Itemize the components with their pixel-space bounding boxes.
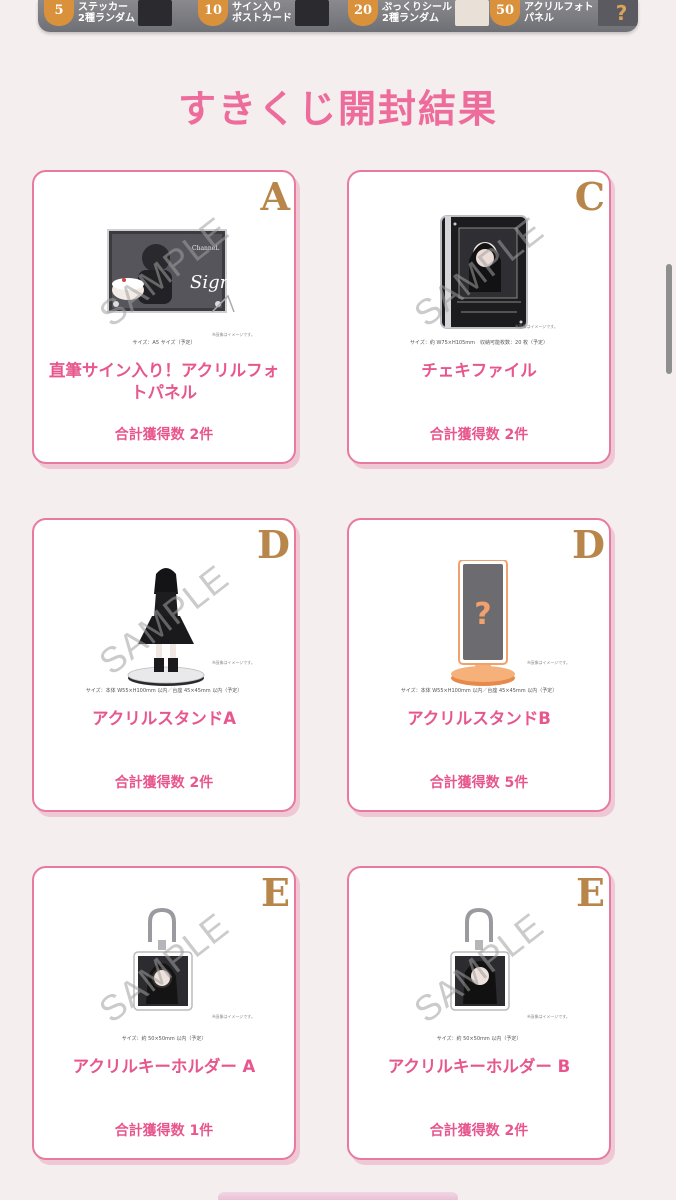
bonus-thumbnail bbox=[137, 0, 172, 26]
svg-text:?: ? bbox=[474, 597, 491, 632]
prize-count: 合計獲得数 2件 bbox=[429, 1123, 529, 1139]
image-note: ※画像はイメージです。 bbox=[212, 660, 255, 665]
prize-card-e-a[interactable]: E SAMPLE ※画像はイメージです。 サイズ：約 50×50mm 以内（予定… bbox=[32, 866, 296, 1160]
svg-text:ChanneL: ChanneL bbox=[192, 245, 219, 252]
prize-size: サイズ：約 50×50mm 以内（予定） bbox=[436, 1036, 522, 1042]
bonus-label: サイン入り bbox=[232, 2, 282, 13]
bonus-badge: 20 bbox=[348, 0, 378, 26]
prize-rank: E bbox=[261, 870, 290, 915]
bonus-thumbnail bbox=[295, 0, 329, 26]
next-section-edge bbox=[218, 1192, 458, 1200]
prize-count: 合計獲得数 1件 bbox=[114, 1123, 214, 1139]
mystery-icon: ? bbox=[597, 0, 638, 26]
image-note: ※画像はイメージです。 bbox=[515, 324, 558, 329]
bonus-label: ステッカー bbox=[78, 2, 128, 13]
scrollbar-thumb[interactable] bbox=[666, 264, 672, 374]
prize-size: サイズ：本体 W55×H100mm 以内／台座 45×45mm 以内（予定） bbox=[400, 688, 558, 694]
acrylic-stand-a-image bbox=[127, 568, 205, 686]
bonus-label: 2種ランダム bbox=[78, 13, 135, 24]
bonus-10: 10 サイン入り ポストカード bbox=[198, 0, 329, 26]
image-note: ※画像はイメージです。 bbox=[212, 332, 255, 337]
bonus-badge: 10 bbox=[198, 0, 228, 26]
image-note: ※画像はイメージです。 bbox=[527, 1014, 570, 1019]
bonus-label: パネル bbox=[524, 13, 554, 24]
prize-rank: A bbox=[260, 174, 290, 219]
acrylic-stand-b-image: ? bbox=[451, 560, 515, 686]
image-note: ※画像はイメージです。 bbox=[212, 1014, 255, 1019]
prize-size: サイズ：A5 サイズ（予定） bbox=[132, 340, 196, 346]
bonus-20: 20 ぷっくりシール 2種ランダム bbox=[348, 0, 489, 26]
prize-name: アクリルスタンドA bbox=[92, 709, 236, 728]
bonus-5: 5 ステッカー 2種ランダム bbox=[44, 0, 172, 26]
prize-rank: D bbox=[257, 522, 290, 567]
cheki-file-image bbox=[440, 215, 528, 329]
prize-card-c[interactable]: C SAMPLE ※画像はイメージです。 サイズ：約 W75×H105mm 収納… bbox=[347, 170, 611, 464]
prize-card-e-b[interactable]: E SAMPLE ※画像はイメージです。 サイズ：約 50×50mm 以内（予定… bbox=[347, 866, 611, 1160]
scrollbar[interactable] bbox=[662, 0, 676, 1200]
svg-text:Sign: Sign bbox=[190, 272, 231, 293]
image-note: ※画像はイメージです。 bbox=[527, 660, 570, 665]
prize-size: サイズ：約 W75×H105mm 収納可能枚数：20 枚（予定） bbox=[410, 340, 548, 346]
prize-name: アクリルスタンドB bbox=[407, 709, 551, 728]
bonus-badge: 50 bbox=[490, 0, 520, 26]
prize-name: 直筆サイン入り！アクリルフォトパネル bbox=[48, 361, 280, 402]
prize-count: 合計獲得数 2件 bbox=[429, 427, 529, 443]
bonus-label: 2種ランダム bbox=[382, 13, 439, 24]
prize-name: アクリルキーホルダー B bbox=[387, 1057, 571, 1076]
prize-name: アクリルキーホルダー A bbox=[72, 1057, 256, 1076]
prize-card-d-a[interactable]: D SAMPLE ※画像はイメージです。 サイズ：本体 W55×H100mm 以… bbox=[32, 518, 296, 812]
bonus-label: ぷっくりシール bbox=[382, 2, 452, 13]
bonus-badge: 5 bbox=[44, 0, 74, 26]
prize-count: 合計獲得数 5件 bbox=[429, 775, 529, 791]
prize-count: 合計獲得数 2件 bbox=[114, 427, 214, 443]
prize-name: チェキファイル bbox=[421, 361, 537, 380]
prize-card-d-b[interactable]: D ? ※画像はイメージです。 サイズ：本体 W55×H100mm 以内／台座 … bbox=[347, 518, 611, 812]
prize-rank: E bbox=[576, 870, 605, 915]
bonus-banner: 5 ステッカー 2種ランダム 10 サイン入り ポストカード 20 ぷっくりシール 2… bbox=[38, 0, 638, 32]
prize-rank: D bbox=[572, 522, 605, 567]
prize-card-a[interactable]: A Sign ChanneL SAMPLE ※画像はイメージです。 サイズ：A5… bbox=[32, 170, 296, 464]
prize-size: サイズ：約 50×50mm 以内（予定） bbox=[121, 1036, 207, 1042]
prize-size: サイズ：本体 W55×H100mm 以内／台座 45×45mm 以内（予定） bbox=[85, 688, 243, 694]
bonus-50: 50 アクリルフォト パネル ? bbox=[490, 0, 638, 26]
page-title: すきくじ開封結果 bbox=[177, 87, 498, 131]
bonus-thumbnail bbox=[455, 0, 489, 26]
prize-rank: C bbox=[574, 174, 605, 219]
bonus-label: ポストカード bbox=[232, 13, 292, 24]
prize-count: 合計獲得数 2件 bbox=[114, 775, 214, 791]
bonus-label: アクリルフォト bbox=[524, 2, 594, 13]
acrylic-photo-panel-image: Sign ChanneL bbox=[107, 229, 235, 313]
